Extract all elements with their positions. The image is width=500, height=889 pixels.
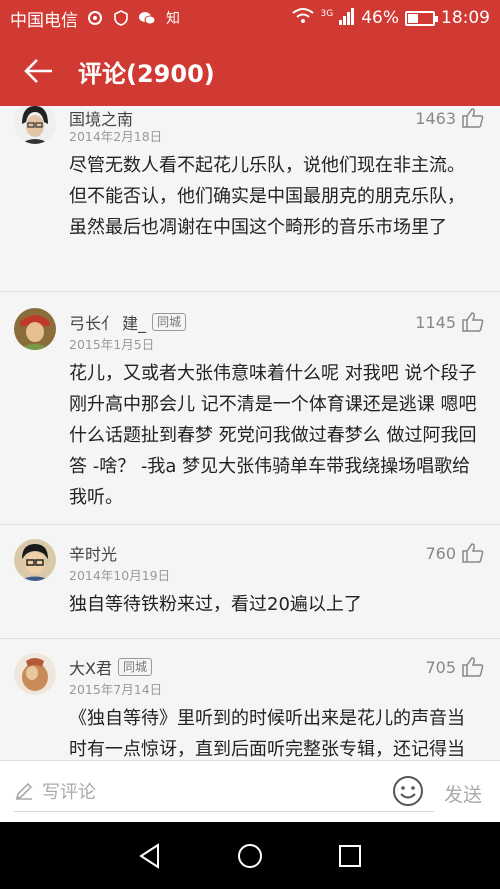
zhihu-icon: 知 xyxy=(166,11,180,27)
comment-input[interactable]: 写评论 xyxy=(14,772,434,812)
pencil-icon xyxy=(15,782,33,800)
back-button[interactable] xyxy=(0,36,78,106)
system-nav-bar xyxy=(0,822,500,889)
like-button[interactable]: 1145 xyxy=(415,312,484,332)
same-city-badge: 同城 xyxy=(152,313,187,331)
smiley-icon xyxy=(393,776,423,806)
avatar[interactable] xyxy=(14,539,56,581)
nav-recents-button[interactable] xyxy=(330,836,370,876)
clock: 18:09 xyxy=(441,8,490,28)
like-count: 1463 xyxy=(415,108,456,128)
like-count: 705 xyxy=(425,657,456,677)
like-button[interactable]: 760 xyxy=(425,543,484,563)
thumbs-up-icon xyxy=(462,543,484,563)
comment-date: 2014年2月18日 xyxy=(69,129,163,144)
comment-item: 弓长亻 建_ 同城 2015年1月5日 1145 花儿，又或者大张伟意味着什么呢… xyxy=(0,292,500,525)
notification-app-icon xyxy=(86,9,104,27)
signal-icon xyxy=(339,7,355,30)
network-type: 3G xyxy=(320,8,334,19)
commenter-name[interactable]: 大X君 xyxy=(69,655,112,679)
comment-placeholder: 写评论 xyxy=(42,782,96,803)
same-city-badge: 同城 xyxy=(117,658,152,676)
avatar[interactable] xyxy=(14,653,56,695)
like-button[interactable]: 705 xyxy=(425,657,484,677)
comment-item: 国境之南 2014年2月18日 1463 尽管无数人看不起花儿乐队，说他们现在非… xyxy=(0,106,500,292)
page-title: 评论(2900) xyxy=(78,59,215,88)
comment-date: 2015年7月14日 xyxy=(69,682,163,697)
nav-back-button[interactable] xyxy=(130,836,170,876)
thumbs-up-icon xyxy=(462,312,484,332)
commenter-name[interactable]: 辛时光 xyxy=(69,541,117,565)
notification-shield-icon xyxy=(112,9,130,27)
app-bar: 评论(2900) xyxy=(0,36,500,106)
like-count: 1145 xyxy=(415,312,456,332)
commenter-name[interactable]: 弓长亻 建_ xyxy=(69,310,146,334)
square-recents-icon xyxy=(339,844,361,867)
avatar[interactable] xyxy=(14,106,56,144)
comment-text: 尽管无数人看不起花儿乐队，说他们现在非主流。但不能否认，他们确实是中国最朋克的朋… xyxy=(69,155,465,238)
comment-compose-bar: 写评论 发送 xyxy=(0,760,500,822)
battery-percent: 46% xyxy=(361,8,399,28)
like-count: 760 xyxy=(425,543,456,563)
nav-home-button[interactable] xyxy=(230,836,270,876)
status-bar: 中国电信 知 3G 46% 18:09 xyxy=(0,0,500,36)
battery-icon xyxy=(405,10,438,26)
carrier-name: 中国电信 xyxy=(10,10,78,31)
emoji-button[interactable] xyxy=(392,775,424,807)
comment-date: 2015年1月5日 xyxy=(69,337,155,352)
triangle-back-icon xyxy=(139,842,159,869)
like-button[interactable]: 1463 xyxy=(415,108,484,128)
comment-item: 辛时光 2014年10月19日 760 独自等待铁粉来过，看过20遍以上了 xyxy=(0,525,500,639)
comment-item: 大X君 同城 2015年7月14日 705 《独自等待》里听到的时候听出来是花儿… xyxy=(0,639,500,760)
comment-text: 花儿，又或者大张伟意味着什么呢 对我吧 说个段子 刚升高中那会儿 记不清是一个体… xyxy=(69,363,477,508)
wifi-icon xyxy=(291,7,315,30)
avatar[interactable] xyxy=(14,308,56,350)
send-button[interactable]: 发送 xyxy=(444,780,482,807)
wechat-icon xyxy=(138,9,156,27)
comment-date: 2014年10月19日 xyxy=(69,568,171,583)
circle-home-icon xyxy=(238,843,262,868)
comment-list[interactable]: 国境之南 2014年2月18日 1463 尽管无数人看不起花儿乐队，说他们现在非… xyxy=(0,106,500,760)
thumbs-up-icon xyxy=(462,657,484,677)
back-arrow-icon xyxy=(24,59,52,83)
comment-text: 《独自等待》里听到的时候听出来是花儿的声音当时有一点惊讶，直到后面听完整张专辑，… xyxy=(69,708,465,760)
thumbs-up-icon xyxy=(462,108,484,128)
comment-text: 独自等待铁粉来过，看过20遍以上了 xyxy=(69,594,362,615)
